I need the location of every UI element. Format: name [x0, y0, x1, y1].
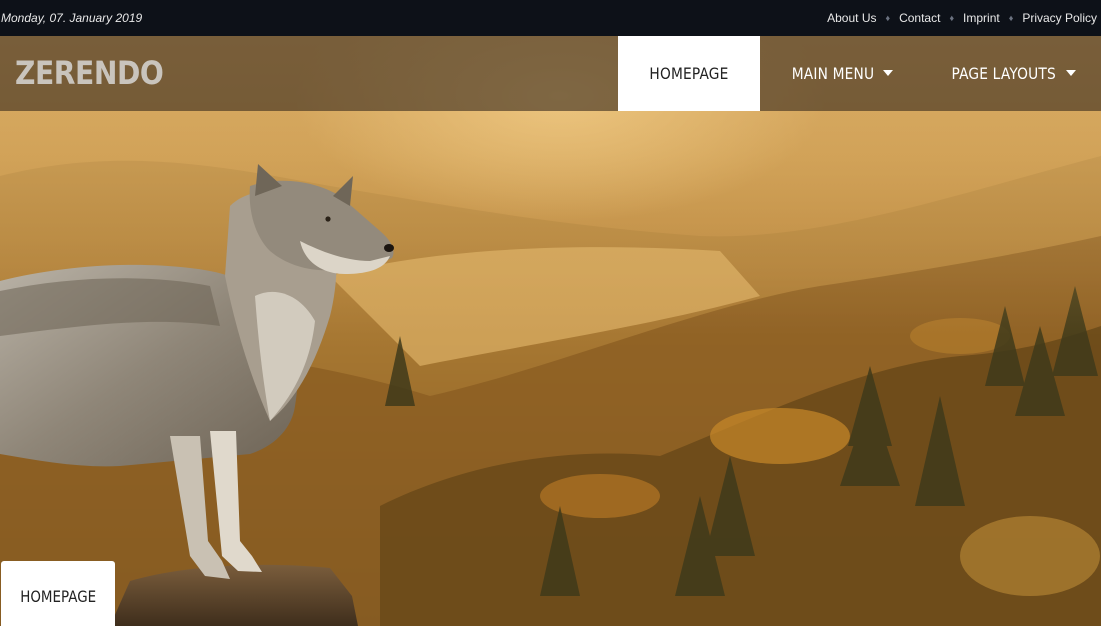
top-links: About Us ♦ Contact ♦ Imprint ♦ Privacy P… [827, 11, 1101, 25]
contact-link[interactable]: Contact [899, 11, 940, 25]
hero-landscape-illustration [0, 36, 1101, 626]
hero-image [0, 36, 1101, 626]
nav-item-label: PAGE LAYOUTS [951, 64, 1056, 83]
nav-item-homepage[interactable]: HOMEPAGE [617, 36, 760, 111]
breadcrumb[interactable]: HOMEPAGE [1, 561, 115, 631]
nav-item-label: MAIN MENU [791, 64, 874, 83]
diamond-separator-icon: ♦ [1008, 13, 1014, 23]
content-area-edge [0, 626, 1101, 636]
caret-down-icon [1066, 69, 1076, 76]
about-us-link[interactable]: About Us [827, 11, 876, 25]
privacy-policy-link[interactable]: Privacy Policy [1022, 11, 1097, 25]
nav-item-label: HOMEPAGE [649, 64, 729, 83]
caret-down-icon [882, 69, 893, 76]
site-header: ZERENDO HOMEPAGE MAIN MENU PAGE LAYOUTS [0, 36, 1101, 111]
imprint-link[interactable]: Imprint [963, 11, 1000, 25]
breadcrumb-label: HOMEPAGE [20, 586, 96, 606]
top-bar: Monday, 07. January 2019 About Us ♦ Cont… [0, 0, 1101, 36]
diamond-separator-icon: ♦ [885, 13, 891, 23]
diamond-separator-icon: ♦ [949, 13, 955, 23]
main-navigation: HOMEPAGE MAIN MENU PAGE LAYOUTS [617, 36, 1101, 111]
current-date: Monday, 07. January 2019 [1, 11, 143, 25]
nav-item-main-menu[interactable]: MAIN MENU [760, 36, 918, 111]
site-logo[interactable]: ZERENDO [15, 54, 164, 92]
nav-item-page-layouts[interactable]: PAGE LAYOUTS [918, 36, 1101, 111]
